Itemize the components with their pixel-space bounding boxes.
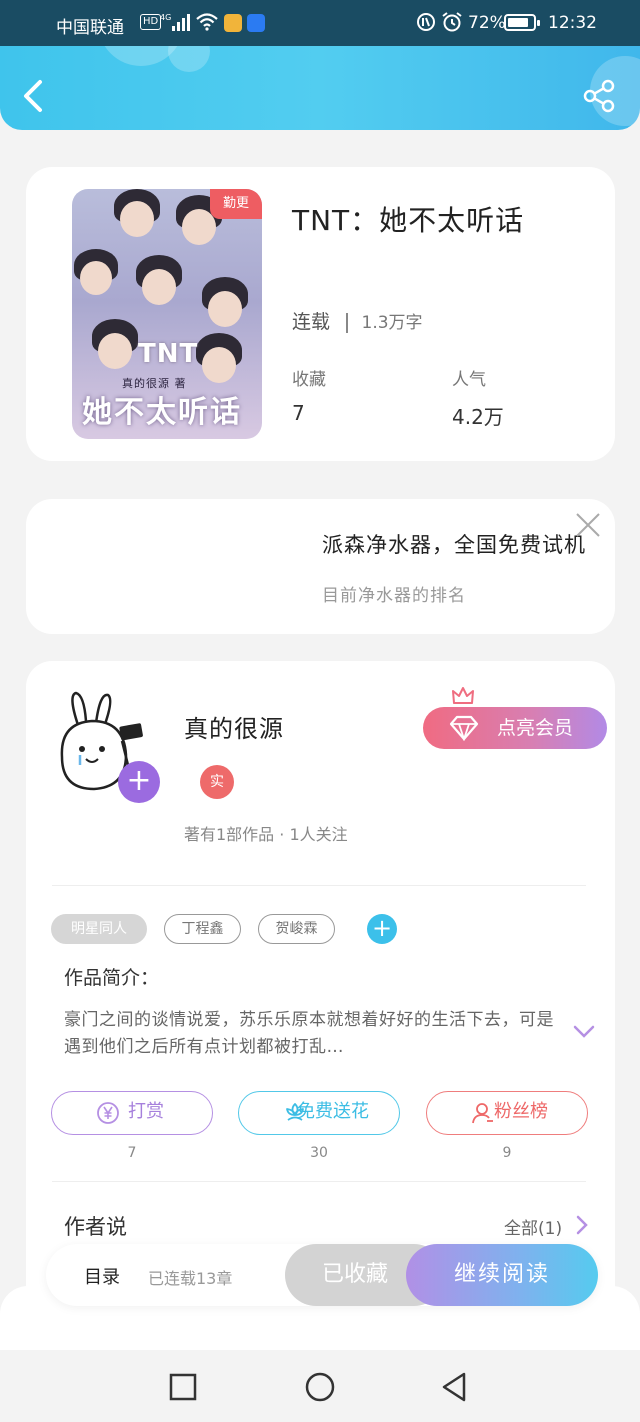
plus-icon: +: [371, 914, 393, 942]
verified-badge: 实: [200, 765, 234, 799]
fan-ranking-button[interactable]: 粉丝榜: [426, 1091, 588, 1135]
clock: 12:32: [548, 13, 597, 33]
square-icon[interactable]: [166, 1370, 200, 1404]
cover-figure: [80, 261, 112, 295]
chapter-count: 已连载13章: [148, 1269, 233, 1288]
fan-count: 9: [502, 1145, 512, 1161]
reading-action-bar: 目录 已连载13章 已收藏 继续阅读: [46, 1244, 598, 1306]
wifi-icon: [196, 13, 218, 31]
follow-author-button[interactable]: +: [118, 761, 160, 803]
cover-figure: [208, 291, 242, 327]
battery-percent: 72%: [468, 13, 506, 33]
vip-button-label: 点亮会员: [497, 717, 574, 739]
cover-figure: [142, 269, 176, 305]
send-flower-label: 免费送花: [297, 1101, 369, 1122]
carrier-label: 中国联通: [56, 18, 124, 38]
battery-icon: [504, 14, 540, 31]
gem-icon: [449, 715, 479, 741]
favorites-value: 7: [292, 401, 305, 425]
update-badge: 勤更: [210, 189, 262, 219]
ad-title: 派森净水器，全国免费试机: [322, 533, 586, 557]
tag-item[interactable]: 贺峻霖: [258, 914, 335, 944]
cover-figure: [120, 201, 154, 237]
vip-button[interactable]: 点亮会员: [423, 707, 607, 749]
alarm-icon: [442, 12, 462, 32]
notification-app-icon: [247, 14, 265, 32]
triangle-icon[interactable]: [438, 1370, 472, 1404]
author-meta: 著有1部作品 · 1人关注: [184, 825, 348, 844]
tag-item[interactable]: 丁程鑫: [164, 914, 241, 944]
favorites-label: 收藏: [292, 370, 326, 390]
cover-figure: [202, 347, 236, 383]
toc-button[interactable]: 目录: [84, 1263, 120, 1289]
signal-icon: 4G: [160, 13, 190, 31]
word-count: 1.3万字: [361, 313, 423, 333]
ad-subtitle: 目前净水器的排名: [322, 586, 466, 606]
flower-icon: [286, 1103, 304, 1121]
ad-card[interactable]: 派森净水器，全国免费试机 目前净水器的排名: [26, 499, 615, 634]
intro-text: 豪门之间的谈情说爱，苏乐乐原本就想着好好的生活下去，可是遇到他们之后所有点计划都…: [64, 1010, 554, 1057]
share-button[interactable]: [580, 76, 620, 116]
plus-icon: +: [126, 763, 152, 798]
add-tag-button[interactable]: +: [367, 914, 397, 944]
popularity-label: 人气: [452, 370, 486, 390]
serial-status: 连载: [292, 311, 331, 333]
tip-button[interactable]: 打赏: [51, 1091, 213, 1135]
back-button[interactable]: [18, 74, 52, 118]
chevron-right-icon[interactable]: [574, 1215, 590, 1235]
back-icon: [24, 80, 42, 112]
crown-icon: [452, 687, 474, 704]
cover-figure: [98, 333, 132, 369]
user-icon: [472, 1103, 493, 1124]
continue-reading-button[interactable]: 继续阅读: [406, 1244, 598, 1306]
status-bar: 中国联通 HD 4G 72% 12:32: [0, 0, 640, 46]
intro-label: 作品简介：: [64, 967, 160, 989]
tip-button-label: 打赏: [128, 1101, 164, 1122]
author-says-all-link[interactable]: 全部(1): [504, 1214, 562, 1239]
tip-count: 7: [127, 1145, 137, 1161]
flower-count: 30: [310, 1145, 328, 1161]
cover-title-text: 她不太听话: [82, 395, 242, 430]
chevron-down-icon[interactable]: [572, 1021, 596, 1041]
data-saver-icon: [417, 13, 435, 31]
author-name[interactable]: 真的很源: [184, 709, 284, 744]
tag-item[interactable]: 明星同人: [51, 914, 147, 944]
circle-icon[interactable]: [303, 1370, 337, 1404]
hd-badge: HD: [140, 14, 162, 30]
book-cover[interactable]: TNT 真的很源 著 她不太听话 勤更: [72, 189, 262, 439]
svg-text:4G: 4G: [160, 13, 171, 22]
fan-ranking-label: 粉丝榜: [494, 1101, 548, 1122]
system-nav-bar: [0, 1350, 640, 1422]
divider: [52, 885, 586, 886]
cover-tnt-text: TNT: [138, 339, 199, 369]
status-divider: [346, 312, 348, 333]
book-info-card: TNT 真的很源 著 她不太听话 勤更 TNT：她不太听话 连载 1.3万字 收藏…: [26, 167, 615, 461]
popularity-value: 4.2万: [452, 405, 504, 429]
author-says-heading: 作者说: [64, 1215, 127, 1239]
book-title: TNT：她不太听话: [292, 204, 525, 237]
share-icon: [583, 79, 615, 113]
close-icon[interactable]: [574, 511, 602, 539]
divider: [52, 1181, 586, 1182]
book-status-line: 连载 1.3万字: [292, 307, 423, 334]
notification-app-icon: [224, 14, 242, 32]
send-flower-button[interactable]: 免费送花: [238, 1091, 400, 1135]
yen-icon: [97, 1102, 119, 1124]
